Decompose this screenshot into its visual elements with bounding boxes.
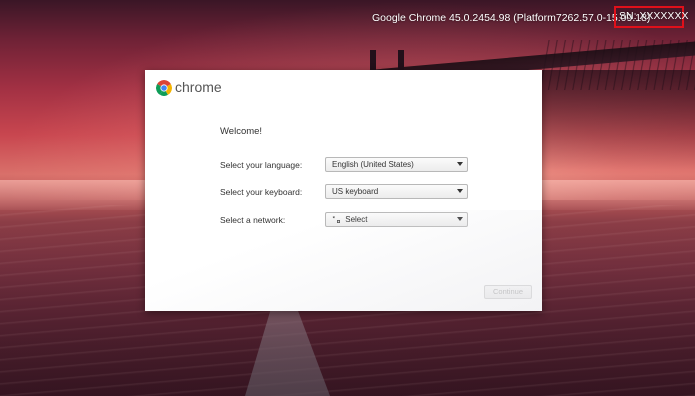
- keyboard-select-value: US keyboard: [332, 187, 379, 196]
- dropdown-arrow-icon: [457, 217, 463, 221]
- keyboard-label: Select your keyboard:: [220, 187, 303, 197]
- network-signal-icon: [332, 216, 340, 223]
- version-info: Google Chrome 45.0.2454.98 (Platform7262…: [372, 12, 651, 24]
- network-label: Select a network:: [220, 215, 286, 225]
- network-select[interactable]: Select: [325, 212, 468, 227]
- welcome-dialog: chrome Welcome! Select your language: En…: [145, 70, 542, 311]
- welcome-heading: Welcome!: [220, 126, 263, 137]
- keyboard-select[interactable]: US keyboard: [325, 184, 468, 199]
- oobe-screen: Google Chrome 45.0.2454.98 (Platform7262…: [0, 0, 695, 396]
- continue-button[interactable]: Continue: [484, 285, 532, 299]
- language-select-value: English (United States): [332, 160, 414, 169]
- dropdown-arrow-icon: [457, 162, 463, 166]
- network-select-value: Select: [345, 215, 368, 224]
- language-select[interactable]: English (United States): [325, 157, 468, 172]
- serial-number-highlight: SN: XXXXXXX: [614, 6, 688, 28]
- brand-wordmark: chrome: [175, 79, 222, 95]
- serial-number: SN: XXXXXXX: [619, 10, 689, 22]
- chrome-logo-icon: [156, 80, 172, 96]
- language-label: Select your language:: [220, 160, 303, 170]
- dropdown-arrow-icon: [457, 189, 463, 193]
